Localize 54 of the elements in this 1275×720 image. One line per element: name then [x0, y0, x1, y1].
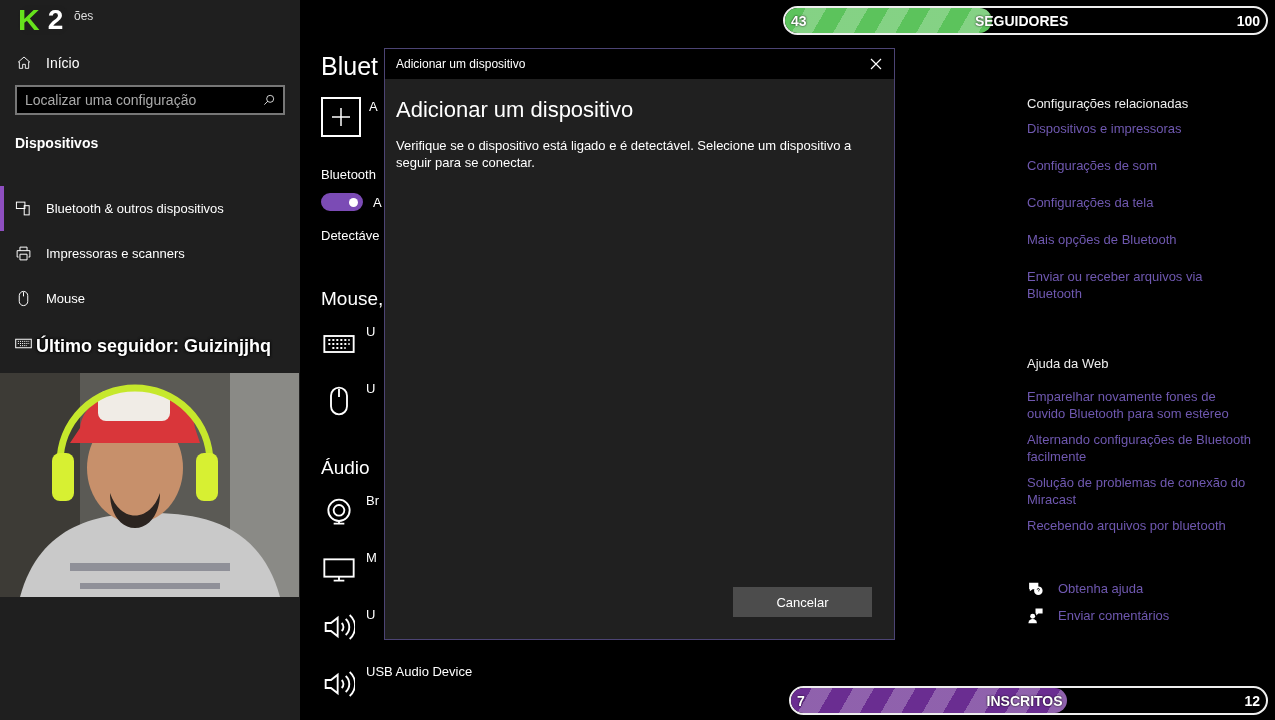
help-action-link[interactable]: Obtenha ajuda [1027, 580, 1144, 597]
dialog-heading: Adicionar um dispositivo [396, 97, 634, 123]
home-icon [16, 55, 32, 71]
help-chat-icon [1027, 580, 1044, 597]
feedback-icon [1027, 607, 1044, 624]
bluetooth-label: Bluetooth [321, 167, 376, 182]
goal-start: 43 [791, 12, 807, 29]
dialog-title: Adicionar um dispositivo [396, 57, 526, 71]
related-heading: Configurações relacionadas [1027, 96, 1189, 111]
web-help-heading: Ajuda da Web [1027, 356, 1109, 371]
add-device-button[interactable] [321, 97, 361, 137]
sidebar-item[interactable]: Bluetooth & outros dispositivos [0, 186, 300, 231]
cancel-button[interactable]: Cancelar [733, 587, 872, 617]
device-name[interactable]: M [366, 550, 377, 565]
goal-end: 100 [1236, 12, 1260, 29]
page-title: Bluet [321, 52, 378, 81]
home-link[interactable]: Início [16, 55, 300, 71]
help-link[interactable]: Solução de problemas de conexão do Miracast [1027, 474, 1252, 508]
settings-link[interactable]: Configurações da tela [1027, 194, 1154, 211]
goal-end: 12 [1244, 692, 1260, 709]
sidebar-item[interactable]: Impressoras e scanners [0, 231, 300, 276]
dialog-description: Verifique se o dispositivo está ligado e é detectável. Selecione um dispositivo a seguir para se conectar. [396, 137, 853, 171]
last-follower-text: Último seguidor: Guizinjjhq [36, 336, 271, 357]
search-field[interactable]: Localizar uma configuração [15, 85, 285, 115]
help-link[interactable]: Emparelhar novamente fones de ouvido Bluetooth para som estéreo [1027, 388, 1252, 422]
goal-start: 7 [797, 692, 805, 709]
device-name[interactable]: U [366, 381, 376, 396]
printer-icon [15, 245, 32, 262]
settings-link[interactable]: Mais opções de Bluetooth [1027, 231, 1177, 248]
section-heading: Áudio [321, 457, 370, 479]
section-heading: Dispositivos [15, 135, 99, 151]
window-title: ões [74, 9, 94, 23]
discoverable-text: Detectáve [321, 228, 380, 243]
device-name[interactable]: Br [366, 493, 379, 508]
keyboard-phone-icon [15, 200, 32, 217]
help-link[interactable]: Recebendo arquivos por bluetooth [1027, 517, 1226, 534]
help-action-link[interactable]: Enviar comentários [1027, 607, 1170, 624]
settings-link[interactable]: Enviar ou receber arquivos via Bluetooth [1027, 268, 1252, 302]
settings-link[interactable]: Configurações de som [1027, 157, 1158, 174]
sidebar-item[interactable]: Mouse [0, 276, 300, 321]
close-button[interactable] [870, 58, 882, 70]
device-name[interactable]: USB Audio Device [366, 664, 473, 679]
settings-link[interactable]: Dispositivos e impressoras [1027, 120, 1182, 137]
add-device-label: A [369, 99, 378, 114]
device-name[interactable]: U [366, 324, 376, 339]
device-name[interactable]: U [366, 607, 376, 622]
search-icon [262, 93, 276, 107]
close-icon [870, 58, 882, 70]
bluetooth-toggle[interactable] [321, 193, 363, 211]
goal-label: INSCRITOS [986, 692, 1063, 709]
plus-icon [331, 107, 351, 127]
toggle-label: A [373, 194, 382, 210]
help-link[interactable]: Alternando configurações de Bluetooth facilmente [1027, 431, 1252, 465]
section-heading: Mouse, [321, 288, 384, 310]
